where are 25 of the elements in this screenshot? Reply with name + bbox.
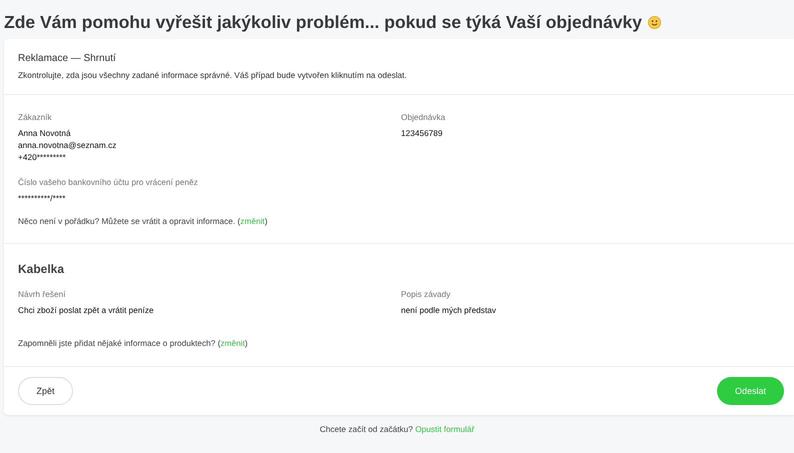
field-value: **********/****: [18, 192, 67, 204]
field-value: není podle mých představ: [401, 304, 498, 316]
field-value: Anna Novotná: [18, 127, 72, 139]
note-text: Něco není v pořádku? Můžete se vrátit a opravit informace. (změnit): [18, 216, 268, 226]
field-label: Číslo vašeho bankovního účtu pro vrácení peněz: [18, 177, 199, 187]
change-link[interactable]: změnit: [240, 216, 265, 226]
footer-text: Chcete začít od začátku?: [320, 424, 414, 434]
summary-text: Zkontrolujte, zda jsou všechny zadané informace správné. Váš případ bude vytvořen kliknutím na odeslat.: [18, 70, 408, 80]
leave-form-link[interactable]: Opustit formulář: [415, 424, 474, 434]
field-value: 123456789: [401, 127, 444, 139]
back-button[interactable]: Zpět: [18, 377, 73, 405]
field-value: anna.novotna@seznam.cz: [18, 139, 118, 151]
field-label: Zákazník: [18, 112, 53, 122]
field-value: Chci zboží poslat zpět a vrátit peníze: [18, 304, 155, 316]
product-name: Kabelka: [18, 262, 66, 276]
field-label: Objednávka: [401, 112, 446, 122]
change-link[interactable]: změnit: [220, 338, 245, 348]
page-title: Zde Vám pomohu vyřešit jakýkoliv problém... pokud se týká Vaší objednávky: [4, 12, 642, 33]
smiley-icon: [648, 16, 661, 29]
submit-button[interactable]: Odeslat: [717, 377, 784, 405]
field-label: Návrh řešení: [18, 289, 66, 299]
note-text: Zapomněli jste přidat nějaké informace o produktech? (změnit): [18, 338, 249, 348]
field-value: +420*********: [18, 151, 67, 163]
field-label: Popis závady: [401, 289, 452, 299]
summary-heading: Reklamace — Shrnutí: [18, 53, 117, 64]
